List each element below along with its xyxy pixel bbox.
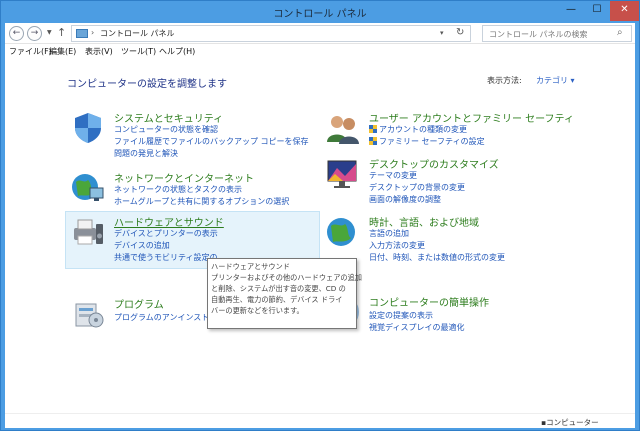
breadcrumb-separator[interactable]: ›: [91, 28, 94, 37]
title-bar[interactable]: コントロール パネル — ☐ ✕: [1, 1, 639, 23]
link-family-safety[interactable]: ファミリー セーフティの設定: [369, 136, 485, 147]
status-bar: ▪コンピューター: [5, 413, 635, 428]
chevron-down-icon: ▾: [440, 29, 444, 37]
category-title[interactable]: システムとセキュリティ: [114, 110, 223, 125]
tooltip-line: バーの更新などを行います。: [211, 306, 304, 315]
link-change-background[interactable]: デスクトップの背景の変更: [369, 182, 465, 193]
link-label: ファミリー セーフティの設定: [379, 137, 485, 146]
minimize-button[interactable]: —: [558, 1, 584, 21]
window-title: コントロール パネル: [273, 9, 367, 20]
window-content: ← → ▼ ↑ › コントロール パネル ▾ ↻ コントロール パネルの検索 ⌕…: [5, 23, 635, 428]
category-title[interactable]: ユーザー アカウントとファミリー セーフティ: [369, 110, 574, 125]
category-title[interactable]: プログラム: [114, 296, 164, 311]
up-button[interactable]: ↑: [57, 26, 66, 39]
menu-file[interactable]: ファイル(F): [9, 46, 52, 57]
view-by-dropdown[interactable]: カテゴリ ▾: [536, 75, 575, 86]
link-mobility-settings[interactable]: 共通で使うモビリティ設定の: [114, 252, 218, 263]
refresh-icon: ↻: [456, 27, 465, 38]
category-title[interactable]: ネットワークとインターネット: [114, 170, 254, 185]
control-panel-icon: [76, 29, 88, 38]
menu-edit[interactable]: 編集(E): [49, 46, 76, 57]
link-file-history[interactable]: ファイル履歴でファイルのバックアップ コピーを保存: [114, 136, 309, 147]
category-title[interactable]: コンピューターの簡単操作: [369, 294, 489, 309]
category-ease-of-access: コンピューターの簡単操作 設定の提案の表示 視覚ディスプレイの最適化: [325, 294, 585, 352]
arrow-right-icon: →: [30, 28, 39, 38]
address-bar: ← → ▼ ↑ › コントロール パネル ▾ ↻ コントロール パネルの検索 ⌕: [5, 23, 635, 44]
link-troubleshoot[interactable]: 問題の発見と解決: [114, 148, 178, 159]
breadcrumb-control-panel[interactable]: コントロール パネル: [100, 28, 175, 39]
category-title[interactable]: 時計、言語、および地域: [369, 214, 479, 229]
search-placeholder: コントロール パネルの検索: [489, 30, 588, 39]
search-icon[interactable]: ⌕: [617, 27, 623, 38]
uac-shield-icon: [369, 125, 377, 133]
programs-icon: [75, 303, 104, 328]
menu-view[interactable]: 表示(V): [85, 46, 113, 57]
close-button[interactable]: ✕: [610, 1, 639, 21]
arrow-up-icon: ↑: [57, 26, 67, 39]
link-get-recommendations[interactable]: 設定の提案の表示: [369, 310, 433, 321]
network-globe-icon: [72, 174, 104, 201]
refresh-button[interactable]: ↻: [456, 27, 464, 38]
link-homegroup[interactable]: ホームグループと共有に関するオプションの選択: [114, 196, 289, 207]
address-dropdown[interactable]: ▾: [440, 29, 444, 37]
link-devices-printers[interactable]: デバイスとプリンターの表示: [114, 228, 218, 239]
status-computer-label: ▪コンピューター: [541, 417, 599, 428]
tooltip-line: と削除、システムが出す音の変更、CD の: [211, 284, 346, 293]
link-label: アカウントの種類の変更: [379, 125, 467, 134]
link-change-date-format[interactable]: 日付、時刻、または数値の形式の変更: [369, 252, 505, 263]
clock-globe-icon: [327, 218, 355, 246]
tooltip-line: プリンターおよびその他のハードウェアの追加: [211, 273, 362, 282]
status-text: コンピューター: [546, 418, 599, 427]
menu-bar: ファイル(F) 編集(E) 表示(V) ツール(T) ヘルプ(H): [5, 44, 635, 59]
tooltip: ハードウェアとサウンド プリンターおよびその他のハードウェアの追加 と削除、シス…: [207, 258, 362, 329]
link-change-theme[interactable]: テーマの変更: [369, 170, 417, 181]
menu-help[interactable]: ヘルプ(H): [159, 46, 195, 57]
link-check-status[interactable]: コンピューターの状態を確認: [114, 124, 218, 135]
address-field[interactable]: › コントロール パネル ▾ ↻: [71, 25, 471, 42]
main-panel: コンピューターの設定を調整します 表示方法: カテゴリ ▾ システムとセキュリテ…: [5, 60, 635, 413]
category-clock-language-region: 時計、言語、および地域 言語の追加 入力方法の変更 日付、時刻、または数値の形式…: [325, 214, 585, 272]
forward-button[interactable]: →: [27, 26, 42, 41]
tooltip-title: ハードウェアとサウンド: [211, 262, 290, 271]
category-system-security: システムとセキュリティ コンピューターの状態を確認 ファイル履歴でファイルのバッ…: [70, 110, 330, 168]
control-panel-window: コントロール パネル — ☐ ✕ ← → ▼ ↑ › コントロール パネル ▾ …: [0, 0, 640, 431]
link-change-account-type[interactable]: アカウントの種類の変更: [369, 124, 467, 135]
desktop-monitor-icon: [327, 160, 357, 188]
tooltip-line: 自動再生、電力の節約、デバイス ドライ: [211, 295, 343, 304]
link-add-device[interactable]: デバイスの追加: [114, 240, 170, 251]
arrow-left-icon: ←: [12, 28, 21, 38]
maximize-button[interactable]: ☐: [584, 1, 610, 21]
users-icon: [327, 116, 359, 144]
chevron-down-icon: ▼: [47, 29, 52, 36]
view-by-label: 表示方法:: [487, 76, 522, 85]
link-adjust-resolution[interactable]: 画面の解像度の調整: [369, 194, 441, 205]
shield-icon: [75, 113, 101, 143]
category-desktop-customize: デスクトップのカスタマイズ テーマの変更 デスクトップの背景の変更 画面の解像度…: [325, 156, 585, 214]
link-optimize-display[interactable]: 視覚ディスプレイの最適化: [369, 322, 464, 333]
link-network-status[interactable]: ネットワークの状態とタスクの表示: [114, 184, 242, 195]
link-change-input-method[interactable]: 入力方法の変更: [369, 240, 425, 251]
category-title[interactable]: デスクトップのカスタマイズ: [369, 156, 499, 171]
back-button[interactable]: ←: [9, 26, 24, 41]
page-title: コンピューターの設定を調整します: [67, 79, 227, 90]
uac-shield-icon: [369, 137, 377, 145]
menu-tools[interactable]: ツール(T): [121, 46, 156, 57]
printer-speaker-icon: [74, 219, 103, 245]
search-input[interactable]: コントロール パネルの検索 ⌕: [482, 25, 632, 42]
category-title[interactable]: ハードウェアとサウンド: [114, 214, 224, 229]
link-add-language[interactable]: 言語の追加: [369, 228, 409, 239]
recent-locations-dropdown[interactable]: ▼: [47, 29, 52, 36]
